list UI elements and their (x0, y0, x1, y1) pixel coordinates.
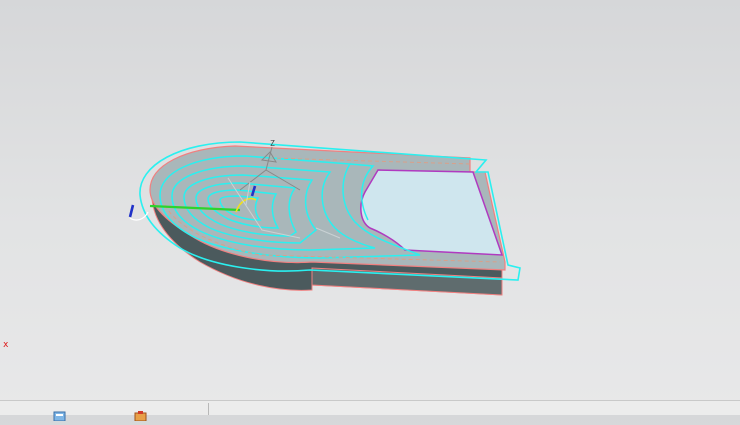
operation-navigator-icon[interactable] (133, 406, 149, 422)
model-canvas[interactable]: Z (0, 0, 740, 400)
tool-marker-start-icon[interactable] (128, 204, 135, 218)
wcs-z-label: Z (270, 139, 275, 148)
status-bar-separator (208, 403, 209, 415)
part-navigator-icon[interactable] (52, 406, 68, 422)
graphics-viewport[interactable]: Z x (0, 0, 740, 400)
absolute-triad-x-label: x (3, 340, 9, 350)
status-bar (0, 400, 740, 422)
